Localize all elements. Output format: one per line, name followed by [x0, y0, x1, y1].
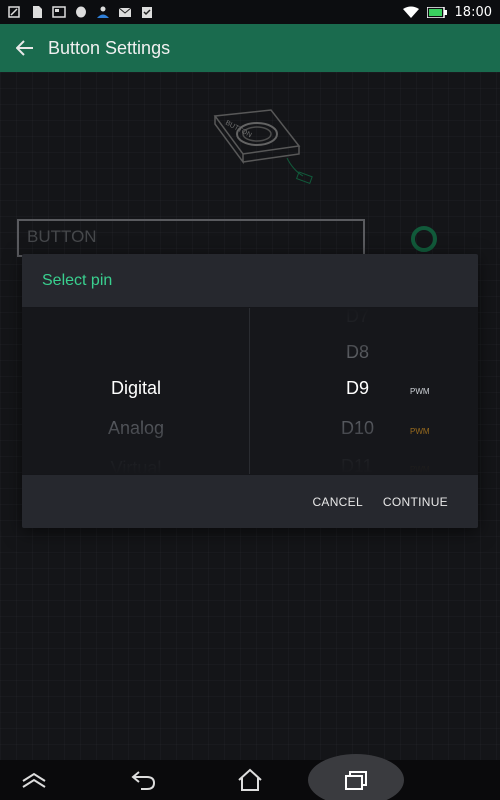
email-icon	[118, 7, 132, 17]
status-bar: 18:00	[0, 0, 500, 24]
pin-picker: Digital Analog Virtual D7 D8 D9 PWM D10 …	[22, 306, 478, 478]
pin-number-wheel[interactable]: D7 D8 D9 PWM D10 PWM D11 PWM	[250, 306, 478, 477]
pin-type-analog[interactable]: Analog	[22, 418, 250, 439]
pin-type-virtual[interactable]: Virtual	[22, 458, 250, 479]
pin-d11[interactable]: D11	[341, 456, 373, 477]
document-icon	[33, 6, 42, 18]
app-bar: Button Settings	[0, 24, 500, 72]
pin-type-digital[interactable]: Digital	[22, 378, 250, 399]
notification-icon	[8, 6, 20, 18]
battery-icon	[426, 6, 447, 18]
pwm-badge: PWM	[410, 465, 430, 474]
recents-icon[interactable]	[326, 760, 386, 800]
person-icon	[97, 6, 109, 18]
pwm-badge: PWM	[410, 387, 430, 396]
clipboard-check-icon	[142, 7, 152, 18]
pin-d10[interactable]: D10	[341, 418, 374, 439]
dialog-actions: CANCEL CONTINUE	[22, 474, 478, 528]
home-icon[interactable]	[220, 760, 280, 800]
dialog-title: Select pin	[22, 254, 478, 308]
wifi-icon	[402, 6, 419, 18]
evernote-icon	[76, 6, 86, 18]
back-arrow-icon[interactable]	[14, 37, 36, 59]
pin-type-wheel[interactable]: Digital Analog Virtual	[22, 308, 250, 478]
cancel-button[interactable]: CANCEL	[302, 487, 372, 517]
navigation-bar	[0, 754, 500, 800]
status-notification-icons	[8, 6, 154, 18]
apps-up-icon[interactable]	[4, 760, 64, 800]
pin-d8[interactable]: D8	[346, 342, 369, 363]
status-time: 18:00	[454, 4, 492, 20]
pin-d7[interactable]: D7	[346, 306, 369, 327]
pin-d9[interactable]: D9	[346, 378, 369, 399]
continue-button[interactable]: CONTINUE	[373, 487, 458, 517]
news-icon	[52, 6, 66, 18]
back-icon[interactable]	[114, 760, 174, 800]
pwm-badge: PWM	[410, 427, 430, 436]
page-title: Button Settings	[48, 37, 171, 58]
select-pin-dialog: Select pin Digital Analog Virtual D7 D8 …	[22, 254, 478, 528]
